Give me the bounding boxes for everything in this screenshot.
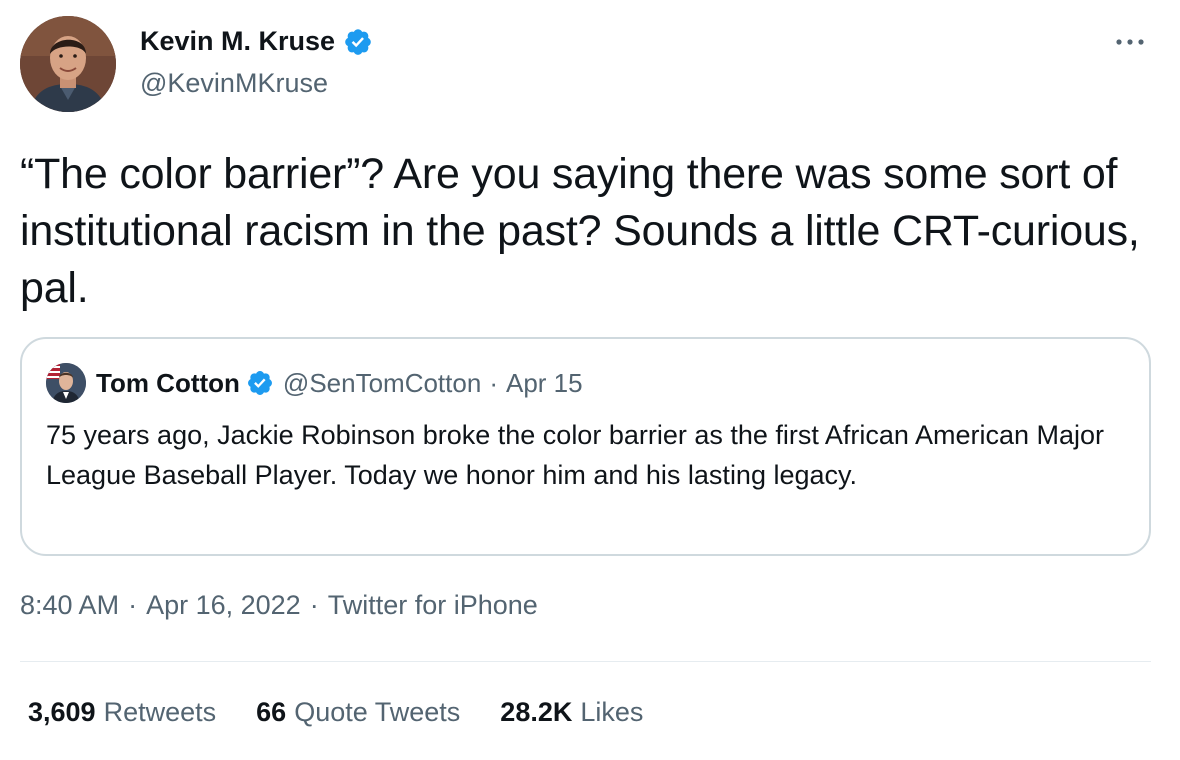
quoted-author-name: Tom Cotton	[96, 367, 240, 398]
likes-count: 28.2K	[500, 697, 573, 727]
more-options-button[interactable]	[1112, 24, 1148, 60]
quoted-separator: ·	[489, 367, 498, 398]
meta-separator: ·	[128, 590, 138, 620]
quoted-tweet-text: 75 years ago, Jackie Robinson broke the …	[46, 420, 1104, 490]
author-avatar[interactable]	[20, 16, 116, 112]
author-handle[interactable]: @KevinMKruse	[140, 68, 328, 99]
quote-tweets-stat[interactable]: 66 Quote Tweets	[256, 697, 460, 728]
retweets-count: 3,609	[28, 697, 96, 727]
quote-tweets-count: 66	[256, 697, 287, 727]
quoted-author-handle: @SenTomCotton	[282, 367, 482, 398]
tweet-date[interactable]: Apr 16, 2022	[146, 590, 301, 621]
quoted-tweet-header: Tom Cotton @SenTomCotton · Apr 15	[46, 363, 583, 403]
quote-tweets-label: Quote Tweets	[294, 697, 461, 727]
quoted-tweet-card[interactable]: Tom Cotton @SenTomCotton · Apr 15 75 yea…	[20, 337, 1151, 556]
avatar-photo-icon	[20, 16, 116, 112]
tweet-meta: 8:40 AM · Apr 16, 2022 · Twitter for iPh…	[20, 590, 538, 621]
quoted-tweet-date: Apr 15	[505, 367, 583, 398]
retweets-stat[interactable]: 3,609 Retweets	[28, 697, 216, 728]
avatar-photo-icon	[46, 363, 86, 403]
verified-badge-icon	[345, 28, 371, 55]
author-name-row: Kevin M. Kruse	[140, 26, 373, 57]
verified-badge-icon	[247, 371, 272, 395]
retweets-label: Retweets	[103, 697, 217, 727]
tweet-time[interactable]: 8:40 AM	[20, 590, 119, 621]
divider	[20, 661, 1151, 662]
tweet-stats: 3,609 Retweets 66 Quote Tweets 28.2K Lik…	[28, 697, 683, 728]
tweet-text: “The color barrier”? Are you saying ther…	[20, 150, 1140, 312]
meta-separator: ·	[309, 590, 319, 620]
likes-stat[interactable]: 28.2K Likes	[500, 697, 643, 728]
quoted-author-avatar	[46, 363, 86, 403]
tweet-detail: Kevin M. Kruse @KevinMKruse “The color b…	[0, 0, 1180, 760]
tweet-source-link[interactable]: Twitter for iPhone	[328, 590, 538, 621]
likes-label: Likes	[580, 697, 644, 727]
author-name[interactable]: Kevin M. Kruse	[140, 26, 335, 57]
more-options-icon	[1116, 39, 1144, 45]
